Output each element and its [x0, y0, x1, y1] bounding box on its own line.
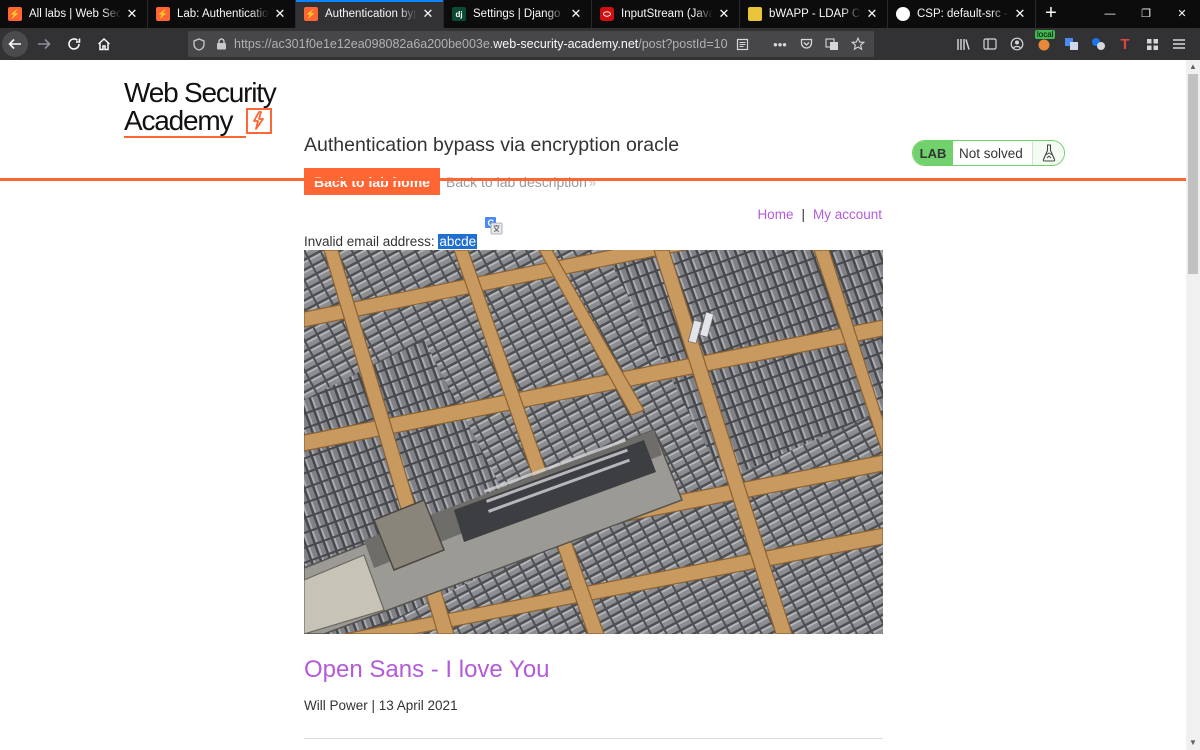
browser-tab[interactable]: ⬭ InputStream (Java Platf ✕: [592, 0, 740, 28]
tab-strip: ⚡ All labs | Web Security ✕ ⚡ Lab: Authe…: [0, 0, 1200, 28]
bookmark-star-icon[interactable]: [846, 32, 870, 56]
pocket-icon[interactable]: [794, 32, 818, 56]
browser-tab[interactable]: bWAPP - LDAP Connec ✕: [740, 0, 888, 28]
url-domain: web-security-academy.net: [493, 37, 639, 51]
mdn-icon: [896, 7, 910, 21]
post-title: Open Sans - I love You: [304, 656, 550, 683]
url-prefix: https://ac301f0e1e12ea098082a6a200be003e…: [234, 37, 494, 51]
close-tab-icon[interactable]: ✕: [865, 7, 879, 21]
close-tab-icon[interactable]: ✕: [717, 7, 731, 21]
reload-icon[interactable]: [60, 30, 88, 58]
lock-icon[interactable]: [210, 33, 232, 55]
post-divider: [304, 738, 883, 739]
tab-title: Settings | Django docu: [473, 8, 565, 20]
home-icon[interactable]: [90, 30, 118, 58]
invalid-email-notice: Invalid email address: abcde: [304, 234, 478, 249]
notice-label: Invalid email address:: [304, 234, 439, 249]
browser-tab-active[interactable]: ⚡ Authentication bypass ✕: [296, 0, 444, 28]
scroll-thumb[interactable]: [1188, 74, 1198, 274]
logo-text-line2: Academy: [124, 105, 234, 136]
extensions-grid-icon[interactable]: [1139, 31, 1165, 57]
close-tab-icon[interactable]: ✕: [1013, 7, 1027, 21]
post-hero-image: [304, 250, 883, 634]
wsa-icon: ⚡: [156, 7, 170, 21]
translate-icon[interactable]: [820, 32, 844, 56]
logo-text-line1: Web Security: [124, 77, 277, 108]
lab-status-badge: LAB Not solved: [912, 140, 1065, 166]
window-controls: — ❐ ✕: [1092, 0, 1200, 28]
browser-tab[interactable]: ⚡ All labs | Web Security ✕: [0, 0, 148, 28]
url-path: /post?postId=10: [638, 37, 728, 51]
back-to-lab-description-label: Back to lab description: [446, 174, 587, 190]
wsa-icon: ⚡: [8, 7, 22, 21]
close-tab-icon[interactable]: ✕: [421, 7, 435, 21]
extension-translate-icon[interactable]: [1058, 31, 1084, 57]
extension-badge: local: [1035, 30, 1056, 39]
translate-selection-icon[interactable]: G: [484, 216, 503, 235]
home-link[interactable]: Home: [757, 207, 793, 222]
lab-title: Authentication bypass via encryption ora…: [304, 134, 680, 156]
notice-value-selected[interactable]: abcde: [438, 234, 478, 249]
page-scrollbar[interactable]: ▲ ▼: [1186, 60, 1200, 750]
top-nav: Home | My account: [757, 207, 882, 222]
url-text[interactable]: https://ac301f0e1e12ea098082a6a200be003e…: [234, 37, 728, 51]
wsa-icon: ⚡: [304, 7, 318, 21]
back-to-lab-description-link[interactable]: Back to lab description»: [446, 174, 596, 190]
tracking-shield-icon[interactable]: [188, 33, 210, 55]
window-close-icon[interactable]: ✕: [1164, 0, 1200, 28]
tab-title: All labs | Web Security: [29, 8, 121, 20]
scroll-up-icon[interactable]: ▲: [1186, 60, 1200, 74]
post-meta: Will Power | 13 April 2021: [304, 698, 458, 713]
library-icon[interactable]: [950, 31, 976, 57]
logo-bolt-icon: [246, 108, 272, 134]
back-arrow-icon[interactable]: [2, 31, 28, 57]
page-actions-icon[interactable]: •••: [768, 32, 792, 56]
close-tab-icon[interactable]: ✕: [569, 7, 583, 21]
minimize-icon[interactable]: —: [1092, 0, 1128, 28]
back-to-lab-home-button[interactable]: Back to lab home: [304, 168, 440, 195]
browser-tab[interactable]: CSP: default-src - HTTP ✕: [888, 0, 1036, 28]
browser-tab[interactable]: dj Settings | Django docu ✕: [444, 0, 592, 28]
web-security-academy-logo[interactable]: Web Security Academy: [124, 78, 294, 140]
extension-foxyproxy-icon[interactable]: local: [1031, 30, 1057, 57]
close-tab-icon[interactable]: ✕: [125, 7, 139, 21]
nav-separator: |: [801, 207, 805, 222]
forward-arrow-icon[interactable]: [30, 30, 58, 58]
account-icon[interactable]: [1004, 31, 1030, 57]
toolbar-right: local T: [949, 30, 1192, 58]
reader-view-icon[interactable]: [730, 32, 754, 56]
tab-title: bWAPP - LDAP Connec: [769, 8, 861, 20]
sidebar-icon[interactable]: [977, 31, 1003, 57]
extension-t-icon[interactable]: T: [1112, 31, 1138, 57]
restore-icon[interactable]: ❐: [1128, 0, 1164, 28]
browser-tab[interactable]: ⚡ Lab: Authentication by ✕: [148, 0, 296, 28]
header-divider: [0, 178, 1186, 181]
scroll-down-icon[interactable]: ▼: [1186, 736, 1200, 750]
bwapp-icon: [748, 7, 762, 21]
lab-tag: LAB: [913, 141, 953, 165]
lab-status-text: Not solved: [959, 145, 1023, 161]
nav-toolbar: https://ac301f0e1e12ea098082a6a200be003e…: [0, 28, 1200, 60]
close-tab-icon[interactable]: ✕: [273, 7, 287, 21]
my-account-link[interactable]: My account: [813, 207, 882, 222]
tab-title: CSP: default-src - HTTP: [917, 8, 1009, 20]
django-icon: dj: [452, 7, 466, 21]
tab-title: InputStream (Java Platf: [621, 8, 713, 20]
flask-icon: [1032, 141, 1064, 165]
url-actions: •••: [728, 31, 870, 57]
new-tab-icon[interactable]: +: [1036, 0, 1066, 28]
logo-underline: [124, 136, 246, 138]
tab-title: Lab: Authentication by: [177, 8, 269, 20]
oracle-icon: ⬭: [600, 7, 614, 21]
menu-hamburger-icon[interactable]: [1166, 31, 1192, 57]
tab-title: Authentication bypass: [325, 8, 417, 20]
page-content: Web Security Academy Authentication bypa…: [0, 60, 1186, 750]
extension-language-icon[interactable]: [1085, 31, 1111, 57]
url-bar[interactable]: https://ac301f0e1e12ea098082a6a200be003e…: [188, 31, 874, 57]
